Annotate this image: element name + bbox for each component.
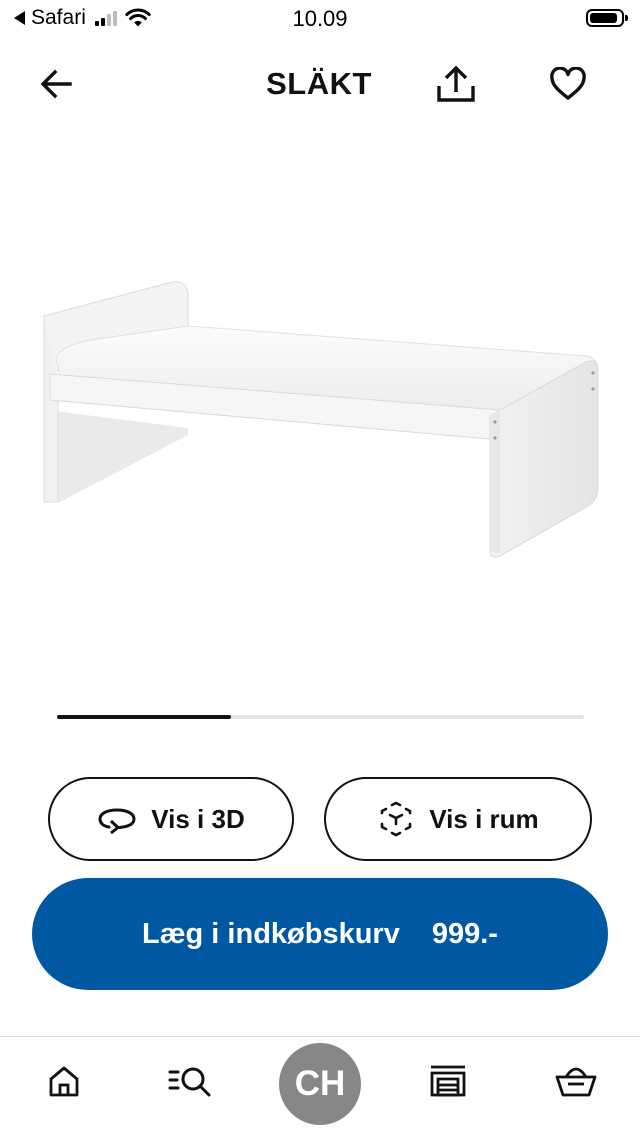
heart-icon — [550, 67, 586, 100]
rotate-3d-icon — [98, 808, 136, 834]
status-time: 10.09 — [292, 6, 348, 31]
view-in-room-label: Vis i rum — [429, 803, 539, 834]
share-icon — [437, 65, 475, 102]
status-bar: Safari 10.09 — [0, 0, 640, 40]
view-in-room-button[interactable]: Vis i rum — [324, 777, 592, 861]
tab-store[interactable] — [418, 1051, 478, 1111]
profile-avatar[interactable]: CH — [279, 1043, 361, 1125]
battery-cap — [625, 15, 628, 21]
view-3d-button[interactable]: Vis i 3D — [48, 777, 294, 861]
tab-search[interactable] — [160, 1051, 220, 1111]
share-button[interactable] — [432, 60, 480, 108]
tab-home[interactable] — [34, 1051, 94, 1111]
carousel-progress — [57, 715, 231, 719]
store-icon — [430, 1065, 466, 1097]
add-to-cart-button[interactable]: Læg i indkøbskurv 999.- — [32, 878, 608, 990]
battery-level — [590, 13, 617, 23]
arrow-left-icon — [40, 69, 72, 99]
product-image[interactable] — [0, 240, 640, 580]
page-title: SLÄKT — [266, 66, 372, 101]
favorite-button[interactable] — [544, 60, 592, 108]
back-button[interactable] — [32, 60, 80, 108]
bottom-tab-bar: CH — [0, 1036, 640, 1136]
header: SLÄKT — [0, 48, 640, 124]
image-carousel-indicator[interactable] — [57, 715, 584, 719]
tab-basket[interactable] — [546, 1051, 606, 1111]
basket-icon — [555, 1067, 597, 1097]
ar-cube-icon — [381, 801, 412, 837]
view-3d-label: Vis i 3D — [151, 803, 245, 834]
search-list-icon — [168, 1067, 211, 1097]
price: 999.- — [431, 917, 498, 950]
add-to-cart-label: Læg i indkøbskurv — [142, 917, 400, 950]
home-icon — [49, 1066, 79, 1097]
battery-icon — [586, 9, 628, 27]
